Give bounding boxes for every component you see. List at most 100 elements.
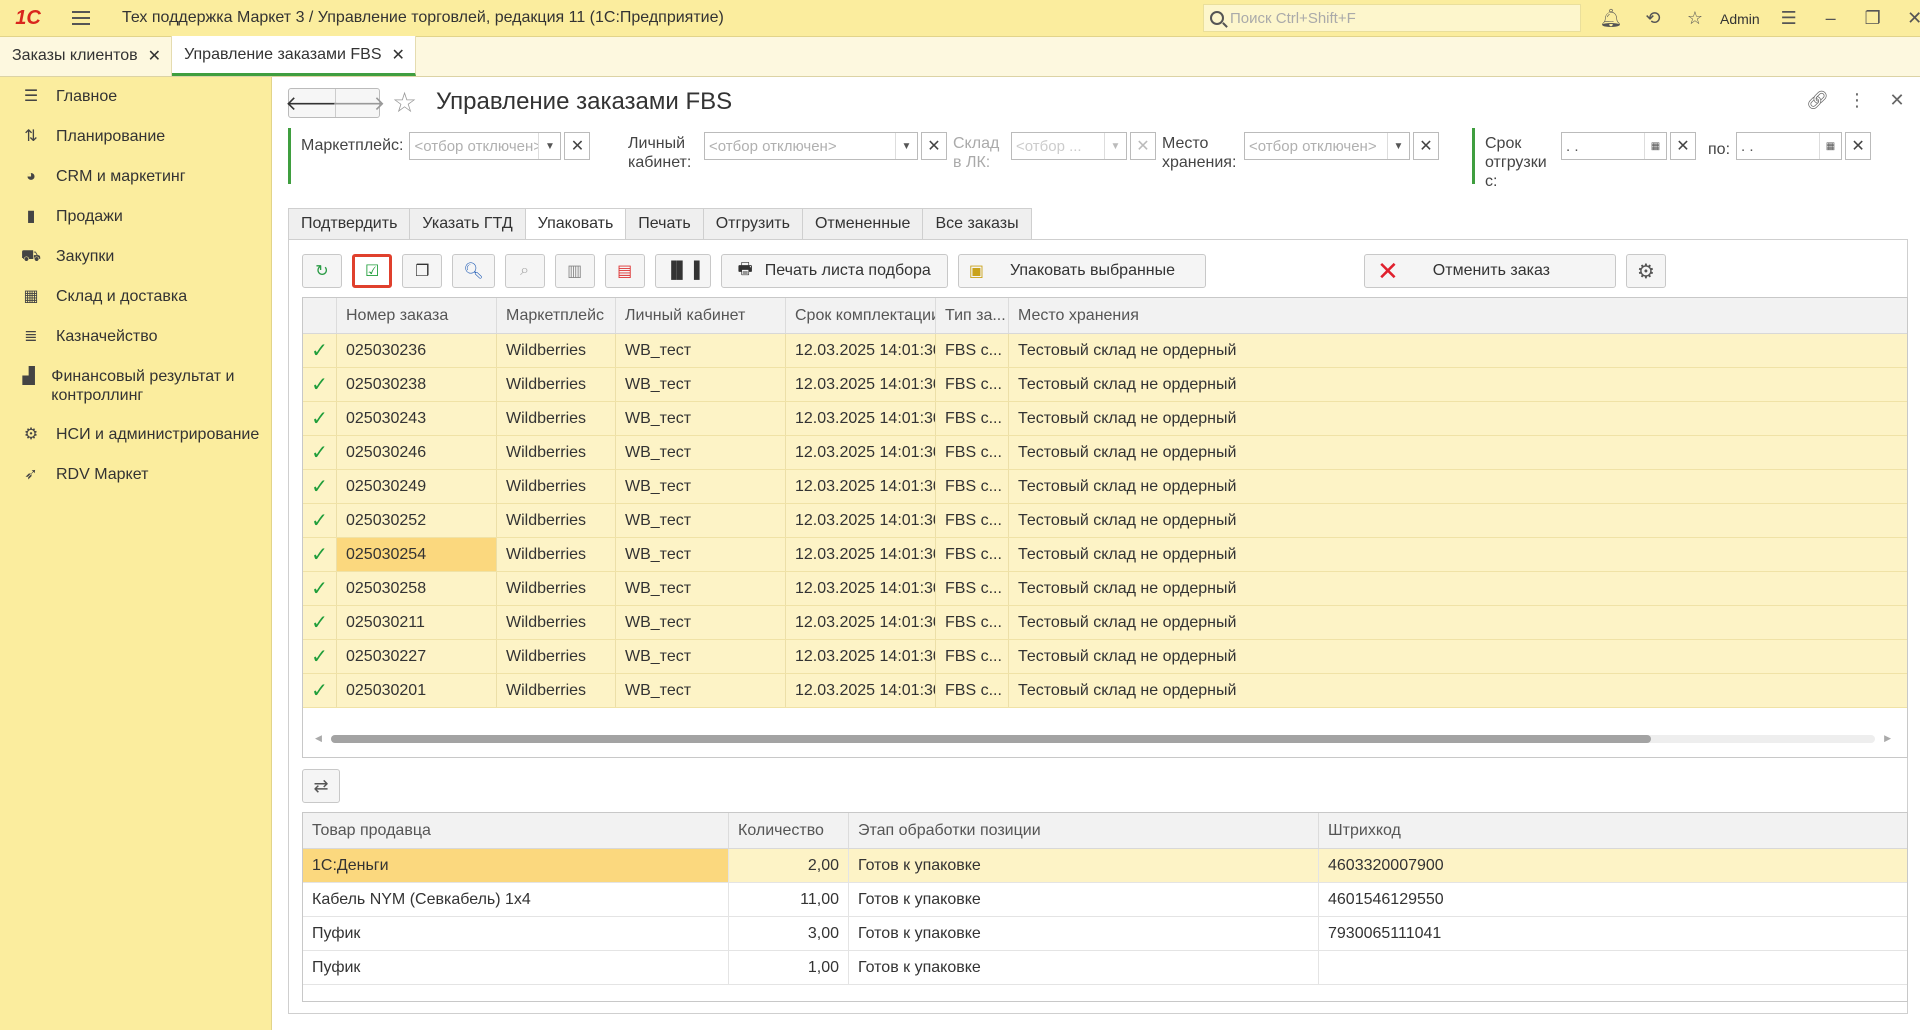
column-header[interactable]: Личный кабинет bbox=[616, 298, 786, 333]
table-row[interactable]: Пуфик 3,00 Готов к упаковке 7930065111041 bbox=[303, 917, 1907, 951]
marketplace-cell[interactable]: Wildberries bbox=[497, 334, 616, 367]
cancel-order-button[interactable]: ✕ Отменить заказ bbox=[1364, 254, 1616, 288]
table-row[interactable]: ✓ 025030249 Wildberries WB_тест 12.03.2025 1… bbox=[303, 470, 1907, 504]
order-type-cell[interactable]: FBS с... bbox=[936, 538, 1009, 571]
forward-arrow-icon[interactable]: 🡒 bbox=[332, 89, 385, 117]
close-window-icon[interactable]: ✕ bbox=[1894, 0, 1920, 37]
deadline-cell[interactable]: 12.03.2025 14:01:30 bbox=[786, 640, 936, 673]
deadline-cell[interactable]: 12.03.2025 14:01:30 bbox=[786, 538, 936, 571]
order-type-cell[interactable]: FBS с... bbox=[936, 470, 1009, 503]
order-type-cell[interactable]: FBS с... bbox=[936, 606, 1009, 639]
sync-items-button[interactable]: ⇄ bbox=[302, 769, 340, 803]
restore-icon[interactable]: ❐ bbox=[1852, 0, 1894, 37]
print-pick-list-button[interactable]: 🖶 Печать листа подбора bbox=[720, 254, 948, 288]
column-header[interactable]: Этап обработки позиции bbox=[849, 813, 1319, 848]
table-row[interactable]: ✓ 025030211 Wildberries WB_тест 12.03.2025 1… bbox=[303, 606, 1907, 640]
global-search-input[interactable]: Поиск Ctrl+Shift+F bbox=[1203, 4, 1581, 32]
quantity-cell[interactable]: 3,00 bbox=[729, 917, 849, 950]
marketplace-cell[interactable]: Wildberries bbox=[497, 368, 616, 401]
storage-cell[interactable]: Тестовый склад не ордерный bbox=[1009, 368, 1907, 401]
order-type-cell[interactable]: FBS с... bbox=[936, 368, 1009, 401]
deadline-cell[interactable]: 12.03.2025 14:01:30 bbox=[786, 368, 936, 401]
user-name[interactable]: Admin bbox=[1720, 11, 1760, 27]
cabinet-cell[interactable]: WB_тест bbox=[616, 402, 786, 435]
tab-print[interactable]: Печать bbox=[626, 208, 704, 240]
cabinet-cell[interactable]: WB_тест bbox=[616, 436, 786, 469]
main-menu-icon[interactable] bbox=[66, 0, 96, 37]
check-icon[interactable]: ✓ bbox=[303, 674, 337, 707]
table-row[interactable]: ✓ 025030252 Wildberries WB_тест 12.03.2025 1… bbox=[303, 504, 1907, 538]
order-type-cell[interactable]: FBS с... bbox=[936, 436, 1009, 469]
check-all-button[interactable]: ☑ bbox=[352, 254, 393, 288]
order-number-cell[interactable]: 025030238 bbox=[337, 368, 497, 401]
favorite-star-icon[interactable]: ☆ bbox=[392, 86, 417, 119]
marketplace-cell[interactable]: Wildberries bbox=[497, 640, 616, 673]
warehouse-lk-filter-field[interactable]: <отбор ... ▼ bbox=[1011, 132, 1127, 160]
calendar-icon[interactable]: ▦ bbox=[1819, 133, 1841, 159]
table-row[interactable]: ✓ 025030227 Wildberries WB_тест 12.03.2025 1… bbox=[303, 640, 1907, 674]
cabinet-clear-button[interactable]: ✕ bbox=[921, 132, 947, 160]
quantity-cell[interactable]: 2,00 bbox=[729, 849, 849, 882]
sidebar-item-sales[interactable]: ▮ Продажи bbox=[0, 197, 271, 237]
back-arrow-icon[interactable]: 🡐 bbox=[285, 89, 339, 117]
pack-selected-button[interactable]: ▣ Упаковать выбранные bbox=[957, 254, 1207, 288]
ship-date-to-field[interactable]: . . ▦ bbox=[1736, 132, 1843, 160]
scroll-left-icon[interactable]: ◀ bbox=[315, 733, 322, 744]
cabinet-cell[interactable]: WB_тест bbox=[616, 470, 786, 503]
storage-cell[interactable]: Тестовый склад не ордерный bbox=[1009, 674, 1907, 707]
box-button[interactable]: ▥ bbox=[554, 254, 595, 288]
dropdown-arrow-icon[interactable]: ▼ bbox=[538, 133, 560, 159]
ship-date-from-clear-button[interactable]: ✕ bbox=[1670, 132, 1696, 160]
deadline-cell[interactable]: 12.03.2025 14:01:30 bbox=[786, 606, 936, 639]
table-row[interactable]: ✓ 025030238 Wildberries WB_тест 12.03.2025 1… bbox=[303, 368, 1907, 402]
product-cell[interactable]: 1С:Деньги bbox=[303, 849, 729, 882]
table-row[interactable]: ✓ 025030201 Wildberries WB_тест 12.03.2025 1… bbox=[303, 674, 1907, 708]
storage-cell[interactable]: Тестовый склад не ордерный bbox=[1009, 334, 1907, 367]
warehouse-lk-clear-button[interactable]: ✕ bbox=[1130, 132, 1156, 160]
order-number-cell[interactable]: 025030227 bbox=[337, 640, 497, 673]
cabinet-cell[interactable]: WB_тест bbox=[616, 368, 786, 401]
check-icon[interactable]: ✓ bbox=[303, 572, 337, 605]
cabinet-cell[interactable]: WB_тест bbox=[616, 674, 786, 707]
order-type-cell[interactable]: FBS с... bbox=[936, 402, 1009, 435]
barcode-cell[interactable]: 4603320007900 bbox=[1319, 849, 1907, 882]
check-icon[interactable]: ✓ bbox=[303, 470, 337, 503]
order-number-cell[interactable]: 025030236 bbox=[337, 334, 497, 367]
tab-ship[interactable]: Отгрузить bbox=[703, 208, 803, 240]
product-cell[interactable]: Пуфик bbox=[303, 951, 729, 984]
window-tab-orders[interactable]: Заказы клиентов ✕ bbox=[0, 36, 173, 76]
check-icon[interactable]: ✓ bbox=[303, 368, 337, 401]
ship-date-from-field[interactable]: . . ▦ bbox=[1561, 132, 1667, 160]
check-icon[interactable]: ✓ bbox=[303, 504, 337, 537]
marketplace-cell[interactable]: Wildberries bbox=[497, 436, 616, 469]
order-number-cell[interactable]: 025030249 bbox=[337, 470, 497, 503]
sidebar-item-rdv[interactable]: ➶ RDV Маркет bbox=[0, 455, 271, 495]
close-tab-icon[interactable]: ✕ bbox=[148, 46, 161, 66]
cabinet-cell[interactable]: WB_тест bbox=[616, 640, 786, 673]
column-header[interactable]: Место хранения bbox=[1009, 298, 1907, 333]
marketplace-cell[interactable]: Wildberries bbox=[497, 402, 616, 435]
order-type-cell[interactable]: FBS с... bbox=[936, 572, 1009, 605]
check-icon[interactable]: ✓ bbox=[303, 538, 337, 571]
quantity-cell[interactable]: 1,00 bbox=[729, 951, 849, 984]
check-icon[interactable]: ✓ bbox=[303, 334, 337, 367]
sidebar-item-purchases[interactable]: ⛟ Закупки bbox=[0, 237, 271, 277]
order-number-cell[interactable]: 025030211 bbox=[337, 606, 497, 639]
ship-date-to-clear-button[interactable]: ✕ bbox=[1845, 132, 1872, 160]
marketplace-cell[interactable]: Wildberries bbox=[497, 674, 616, 707]
order-number-cell[interactable]: 025030258 bbox=[337, 572, 497, 605]
window-tab-fbs[interactable]: Управление заказами FBS ✕ bbox=[172, 36, 416, 76]
tab-gtd[interactable]: Указать ГТД bbox=[410, 208, 526, 240]
storage-cell[interactable]: Тестовый склад не ордерный bbox=[1009, 538, 1907, 571]
close-form-icon[interactable]: ✕ bbox=[1886, 90, 1908, 111]
bell-icon[interactable]: 🔔︎ bbox=[1590, 0, 1632, 37]
column-header[interactable]: Тип за... bbox=[936, 298, 1009, 333]
deadline-cell[interactable]: 12.03.2025 14:01:30 bbox=[786, 572, 936, 605]
minimize-icon[interactable]: – bbox=[1810, 0, 1852, 37]
table-row[interactable]: ✓ 025030254 Wildberries WB_тест 12.03.2025 1… bbox=[303, 538, 1907, 572]
sidebar-item-main[interactable]: ☰ Главное bbox=[0, 77, 271, 117]
sidebar-item-admin[interactable]: ⚙ НСИ и администрирование bbox=[0, 415, 271, 455]
order-number-cell[interactable]: 025030252 bbox=[337, 504, 497, 537]
order-type-cell[interactable]: FBS с... bbox=[936, 640, 1009, 673]
tab-pack[interactable]: Упаковать bbox=[525, 208, 627, 240]
